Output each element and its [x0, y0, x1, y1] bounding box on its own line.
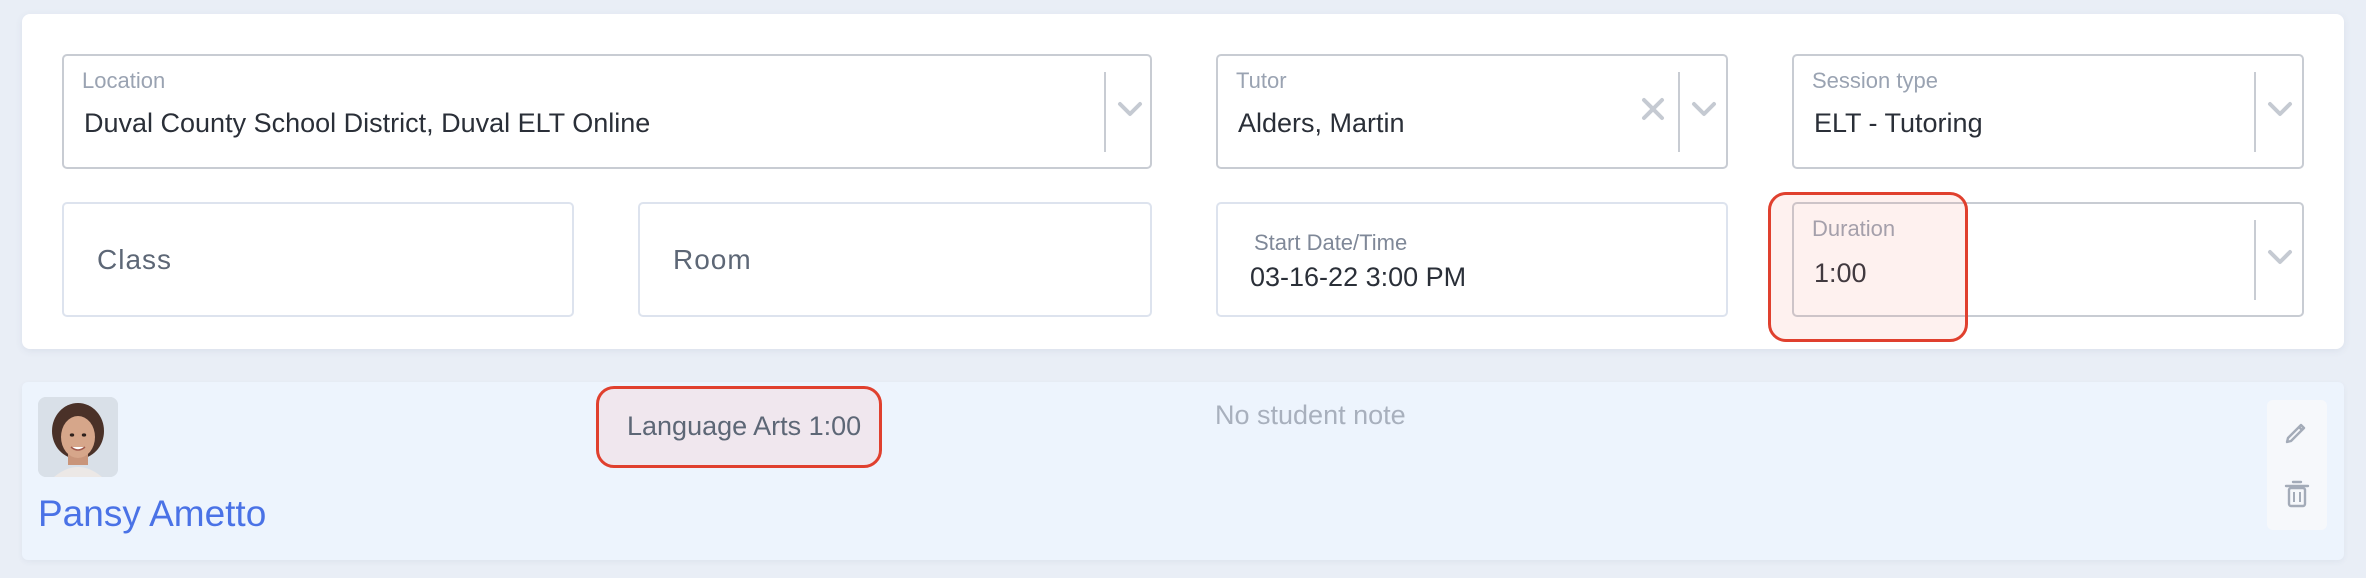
- student-note[interactable]: No student note: [1215, 400, 1406, 431]
- tutor-select[interactable]: Tutor Alders, Martin: [1216, 54, 1728, 169]
- session-type-value: ELT - Tutoring: [1814, 108, 1983, 138]
- room-input[interactable]: Room: [638, 202, 1152, 317]
- student-photo: [38, 397, 118, 477]
- location-select[interactable]: Location Duval County School District, D…: [62, 54, 1152, 169]
- avatar: [38, 397, 118, 477]
- trash-icon[interactable]: [2281, 478, 2313, 510]
- room-placeholder: Room: [673, 244, 752, 275]
- student-row: Pansy Ametto Language Arts 1:00 No stude…: [22, 382, 2344, 560]
- tutor-value: Alders, Martin: [1238, 108, 1405, 138]
- duration-highlight: [1768, 192, 1968, 342]
- session-type-separator: [2254, 72, 2256, 152]
- tutor-label: Tutor: [1236, 68, 1287, 93]
- tutor-separator: [1678, 72, 1680, 152]
- session-type-select[interactable]: Session type ELT - Tutoring: [1792, 54, 2304, 169]
- chevron-down-icon[interactable]: [2262, 94, 2298, 124]
- chevron-down-icon[interactable]: [1686, 94, 1722, 124]
- row-actions: [2267, 400, 2327, 530]
- session-type-label: Session type: [1812, 68, 1938, 93]
- start-datetime-value: 03-16-22 3:00 PM: [1250, 262, 1467, 292]
- start-datetime-input[interactable]: Start Date/Time 03-16-22 3:00 PM: [1216, 202, 1728, 317]
- location-value: Duval County School District, Duval ELT …: [84, 108, 651, 138]
- clear-x-icon[interactable]: [1638, 94, 1668, 124]
- session-form-card: Location Duval County School District, D…: [22, 14, 2344, 349]
- class-placeholder: Class: [97, 244, 173, 275]
- location-separator: [1104, 72, 1106, 152]
- start-datetime-label: Start Date/Time: [1254, 230, 1408, 255]
- chevron-down-icon[interactable]: [2262, 242, 2298, 272]
- location-label: Location: [82, 68, 166, 93]
- class-input[interactable]: Class: [62, 202, 574, 317]
- subject-tag-label: Language Arts 1:00: [627, 411, 862, 441]
- subject-tag: Language Arts 1:00: [596, 386, 882, 468]
- chevron-down-icon[interactable]: [1112, 94, 1148, 124]
- duration-separator: [2254, 220, 2256, 300]
- student-name-link[interactable]: Pansy Ametto: [38, 493, 266, 535]
- pencil-icon[interactable]: [2281, 416, 2313, 448]
